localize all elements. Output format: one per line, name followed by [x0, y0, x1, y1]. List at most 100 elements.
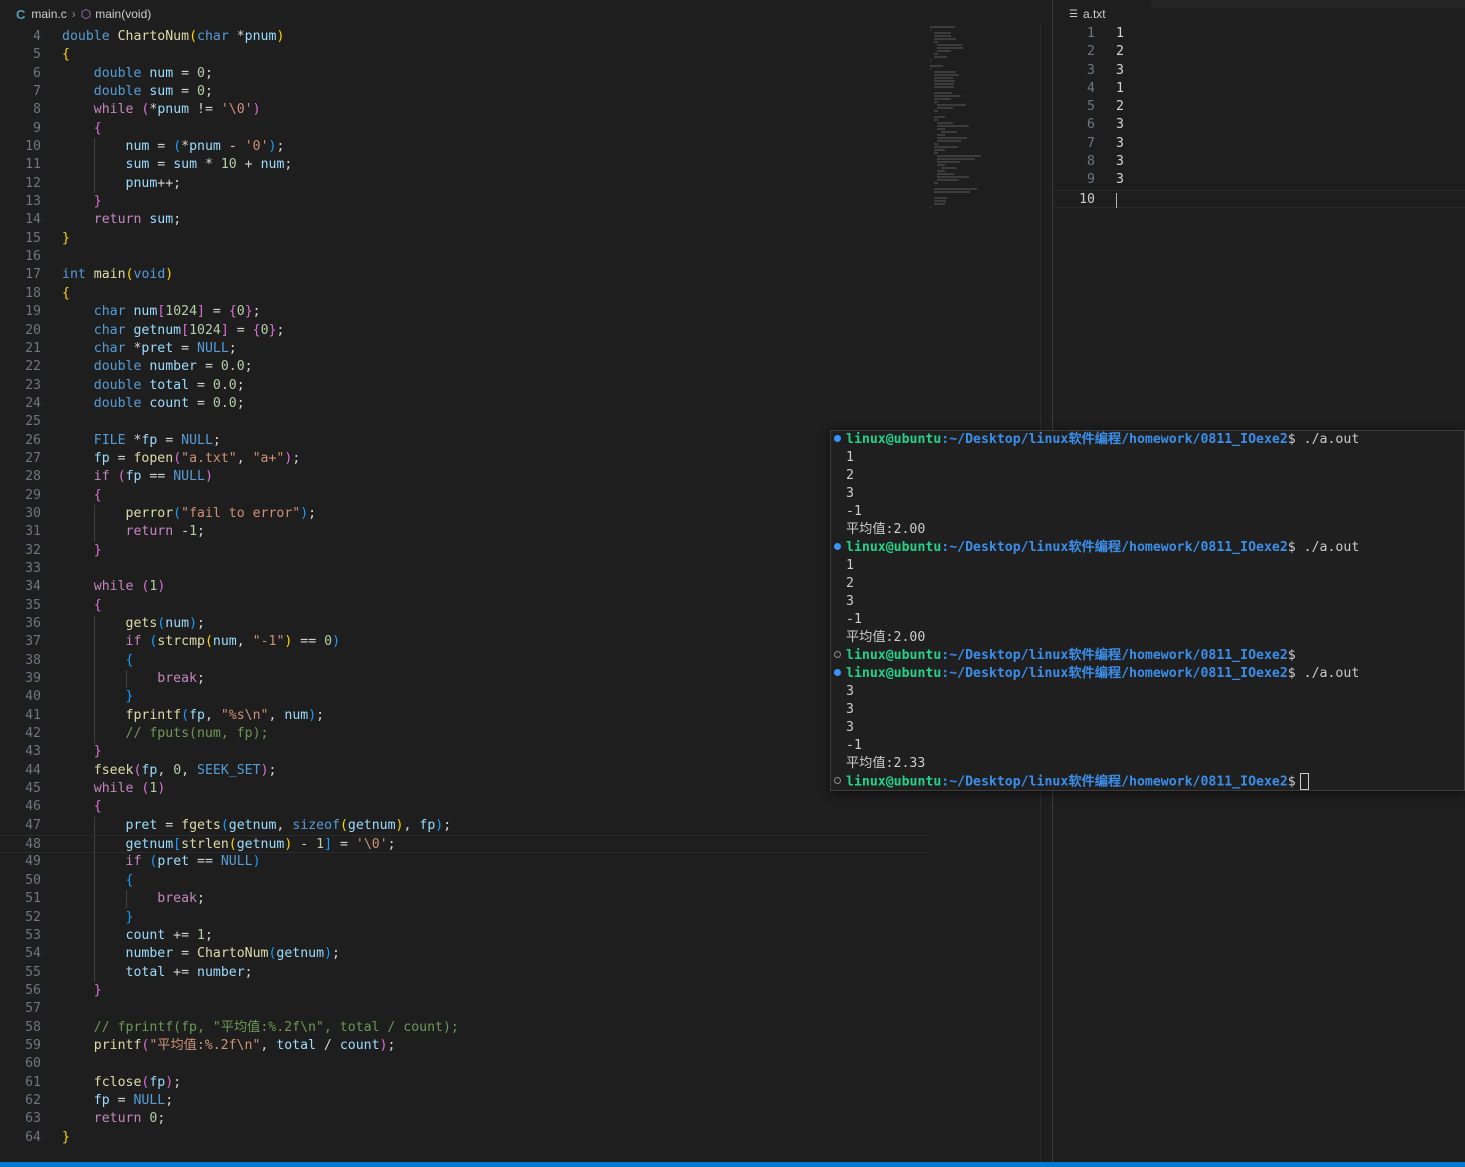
breadcrumb-symbol[interactable]: main(void) [95, 7, 151, 21]
code-line[interactable]: 5{ [0, 46, 930, 64]
text-line[interactable]: 41 [1053, 80, 1465, 98]
code-line[interactable]: 46 { [0, 798, 930, 816]
minimap-line [933, 77, 954, 79]
code-line[interactable]: 4 double ChartoNum(char *pnum) [0, 28, 930, 46]
text-line[interactable]: 22 [1053, 43, 1465, 61]
code-line[interactable]: 17 int main(void) [0, 266, 930, 284]
code-line[interactable]: 11 sum = sum * 10 + num; [0, 156, 930, 175]
code-line[interactable]: 61 fclose(fp); [0, 1074, 930, 1092]
code-line[interactable]: 53 count += 1; [0, 926, 930, 946]
code-line[interactable]: 50 { [0, 871, 930, 891]
text-line[interactable]: 52 [1053, 98, 1465, 116]
code-line[interactable]: 52 } [0, 908, 930, 927]
code-line[interactable]: 51 break; [0, 890, 930, 909]
terminal-prompt: linux@ubuntu:~/Desktop/linux软件编程/homewor… [831, 431, 1464, 449]
code-line[interactable]: 25 [0, 413, 930, 431]
code-line[interactable]: 64} [0, 1129, 930, 1147]
code-line[interactable]: 24 double count = 0.0; [0, 395, 930, 413]
code-line[interactable]: 55 total += number; [0, 963, 930, 982]
code-line[interactable]: 56 } [0, 982, 930, 1000]
code-line[interactable]: 7 double sum = 0; [0, 83, 930, 101]
command-success-icon[interactable] [834, 543, 841, 550]
terminal-prompt: linux@ubuntu:~/Desktop/linux软件编程/homewor… [831, 647, 1464, 665]
command-success-icon[interactable] [834, 435, 841, 442]
text-line[interactable]: 73 [1053, 135, 1465, 153]
minimap-line [933, 146, 958, 148]
line-number: 43 [25, 744, 41, 760]
code-line[interactable]: 49 if (pret == NULL) [0, 853, 930, 872]
code-text: num = (*pnum - '0'); [125, 139, 285, 155]
terminal-panel[interactable]: linux@ubuntu:~/Desktop/linux软件编程/homewor… [830, 430, 1465, 791]
command-pending-icon[interactable] [834, 651, 841, 658]
code-line[interactable]: 42 // fputs(num, fp); [0, 725, 930, 744]
code-line[interactable]: 47 pret = fgets(getnum, sizeof(getnum), … [0, 816, 930, 836]
code-line[interactable]: 44 fseek(fp, 0, SEEK_SET); [0, 762, 930, 780]
code-line[interactable]: 18 { [0, 285, 930, 303]
command-pending-icon[interactable] [834, 777, 841, 784]
code-line[interactable]: 38 { [0, 651, 930, 671]
code-line[interactable]: 62 fp = NULL; [0, 1092, 930, 1110]
code-line[interactable]: 16 [0, 248, 930, 266]
text-area[interactable]: 1 1 2 2 3 3 4 1 5 2 6 3 7 3 8 3 9 3 10 [1053, 25, 1465, 208]
code-line[interactable]: 54 number = ChartoNum(getnum); [0, 945, 930, 964]
code-line[interactable]: 33 [0, 560, 930, 578]
tab-a-txt[interactable]: ☰ a.txt [1053, 0, 1151, 28]
code-line[interactable]: 63 return 0; [0, 1110, 930, 1128]
code-line[interactable]: 40 } [0, 688, 930, 707]
line-number: 51 [25, 891, 41, 907]
text-line[interactable]: 11 [1053, 25, 1465, 43]
code-line[interactable]: 39 break; [0, 670, 930, 689]
line-number: 29 [25, 487, 41, 503]
code-line[interactable]: 41 fprintf(fp, "%s\n", num); [0, 706, 930, 726]
minimap-line [937, 122, 954, 124]
code-text: while (1) [93, 579, 166, 595]
minimap-line [937, 104, 966, 106]
code-line[interactable]: 13 } [0, 193, 930, 211]
code-text: // fputs(num, fp); [125, 726, 269, 742]
code-line[interactable]: 14 return sum; [0, 211, 930, 229]
code-line[interactable]: 37 if (strcmp(num, "-1") == 0) [0, 633, 930, 652]
code-line[interactable]: 35 { [0, 597, 930, 615]
code-line[interactable]: 30 perror("fail to error"); [0, 504, 930, 524]
code-line[interactable]: 29 { [0, 487, 930, 505]
line-number: 41 [25, 707, 41, 723]
line-number: 6 [33, 65, 41, 81]
text-line[interactable]: 93 [1053, 171, 1465, 189]
code-line[interactable]: 28 if (fp == NULL) [0, 468, 930, 486]
code-line[interactable]: 31 return -1; [0, 523, 930, 542]
code-line[interactable]: 58 // fprintf(fp, "平均值:%.2f\n", total / … [0, 1019, 930, 1037]
code-line[interactable]: 8 while (*pnum != '\0') [0, 101, 930, 119]
code-line[interactable]: 9 { [0, 120, 930, 138]
code-line[interactable]: 21 char *pret = NULL; [0, 340, 930, 358]
code-line[interactable]: 59 printf("平均值:%.2f\n", total / count); [0, 1037, 930, 1055]
code-line[interactable]: 26 FILE *fp = NULL; [0, 432, 930, 450]
text-line[interactable]: 33 [1053, 62, 1465, 80]
code-line[interactable]: 15} [0, 230, 930, 248]
code-line[interactable]: 12 pnum++; [0, 174, 930, 194]
code-line[interactable]: 19 char num[1024] = {0}; [0, 303, 930, 321]
code-line[interactable]: 32 } [0, 542, 930, 560]
code-text: pret = fgets(getnum, sizeof(getnum), fp)… [125, 817, 452, 833]
minimap-line [933, 53, 939, 55]
code-line[interactable]: 60 [0, 1055, 930, 1073]
code-line[interactable]: 22 double number = 0.0; [0, 358, 930, 376]
command-success-icon[interactable] [834, 669, 841, 676]
code-line[interactable]: 45 while (1) [0, 780, 930, 798]
breadcrumb-file[interactable]: main.c [31, 7, 66, 21]
code-area[interactable]: 4 double ChartoNum(char *pnum) 5{6 double … [0, 28, 930, 1147]
code-line[interactable]: 57 [0, 1000, 930, 1018]
code-line[interactable]: 23 double total = 0.0; [0, 377, 930, 395]
code-line[interactable]: 6 double num = 0; [0, 65, 930, 83]
text-line[interactable]: 10 [1053, 189, 1465, 208]
text-line[interactable]: 83 [1053, 153, 1465, 171]
code-line[interactable]: 48 getnum[strlen(getnum) - 1] = '\0'; [0, 835, 930, 855]
code-line[interactable]: 10 num = (*pnum - '0'); [0, 138, 930, 157]
line-number: 19 [25, 304, 41, 320]
code-line[interactable]: 43 } [0, 743, 930, 761]
minimap[interactable] [930, 26, 990, 208]
code-line[interactable]: 34 while (1) [0, 578, 930, 596]
code-line[interactable]: 20 char getnum[1024] = {0}; [0, 322, 930, 340]
text-line[interactable]: 63 [1053, 116, 1465, 134]
code-line[interactable]: 36 gets(num); [0, 615, 930, 634]
code-line[interactable]: 27 fp = fopen("a.txt", "a+"); [0, 450, 930, 468]
